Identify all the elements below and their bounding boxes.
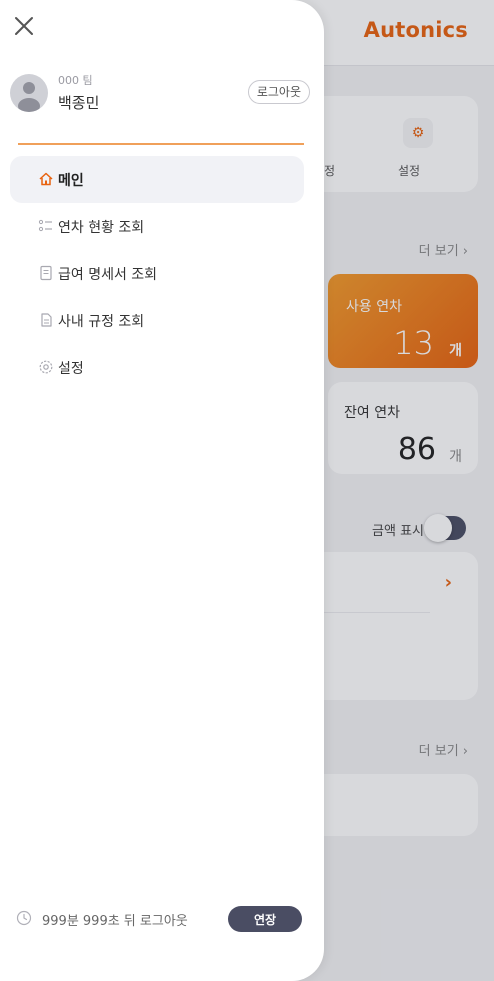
nav-label: 연차 현황 조회 <box>58 219 145 236</box>
nav-label: 급여 명세서 조회 <box>58 266 158 283</box>
nav-item-main[interactable]: 메인 <box>10 156 304 203</box>
logout-button[interactable]: 로그아웃 <box>247 80 310 104</box>
profile-section: 000 팀 백종민 로그아웃 <box>10 68 310 118</box>
file-icon <box>38 312 54 328</box>
team-name: 000 팀 <box>58 74 93 87</box>
nav-item-settings[interactable]: 설정 <box>10 344 304 391</box>
profile-divider <box>18 143 304 145</box>
side-drawer: 000 팀 백종민 로그아웃 메인 연차 현황 조회 급여 명세서 조회 사내 … <box>0 0 324 981</box>
home-icon <box>38 171 54 187</box>
gear-icon <box>38 359 54 375</box>
session-timer: 999분 999초 뒤 로그아웃 연장 <box>16 906 306 932</box>
nav-label: 사내 규정 조회 <box>58 313 145 330</box>
nav-item-leave-status[interactable]: 연차 현황 조회 <box>10 203 304 250</box>
user-name: 백종민 <box>58 94 100 112</box>
close-icon[interactable] <box>12 14 36 38</box>
nav-label: 메인 <box>58 172 84 189</box>
extend-session-button[interactable]: 연장 <box>228 906 302 932</box>
drawer-nav: 메인 연차 현황 조회 급여 명세서 조회 사내 규정 조회 설정 <box>10 156 304 391</box>
nav-item-payslip[interactable]: 급여 명세서 조회 <box>10 250 304 297</box>
avatar <box>10 74 48 112</box>
nav-label: 설정 <box>58 360 84 377</box>
clock-icon <box>16 910 32 926</box>
list-icon <box>38 218 54 234</box>
session-remaining-text: 999분 999초 뒤 로그아웃 <box>42 914 188 929</box>
document-icon <box>38 265 54 281</box>
nav-item-regulations[interactable]: 사내 규정 조회 <box>10 297 304 344</box>
